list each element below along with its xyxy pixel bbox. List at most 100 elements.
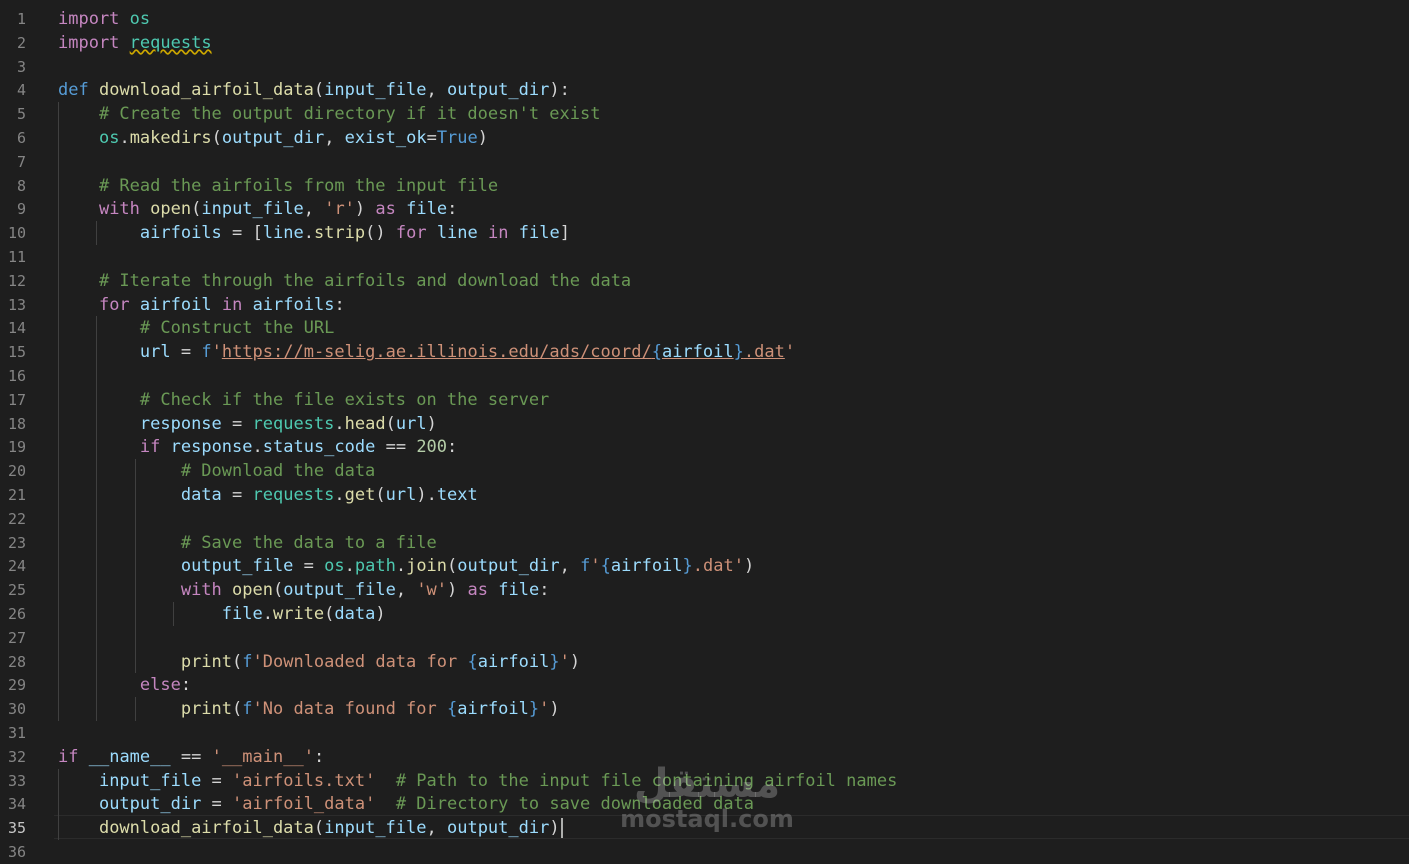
code-token: # Save the data to a file: [180, 532, 437, 553]
code-token: airfoils: [139, 223, 222, 244]
code-line[interactable]: 19 if response.status_code == 200:: [0, 435, 1409, 459]
line-number: 22: [7, 509, 26, 528]
code-line[interactable]: 27: [0, 626, 1409, 650]
code-text: with open(input_file, 'r') as file:: [58, 197, 457, 221]
code-token: with: [98, 199, 140, 220]
code-token: ,: [395, 580, 417, 601]
line-number: 1: [16, 10, 26, 28]
code-token: # Download the data: [180, 461, 376, 482]
code-token: (): [365, 223, 396, 244]
code-token: file: [406, 199, 448, 220]
code-token: else: [139, 675, 181, 696]
line-number: 7: [16, 152, 26, 171]
code-token: }: [733, 342, 744, 363]
code-token: :: [334, 294, 345, 315]
code-token: f: [201, 342, 212, 363]
code-line[interactable]: 12 # Iterate through the airfoils and do…: [0, 269, 1409, 293]
code-token: .: [344, 556, 355, 577]
code-token: status_code: [262, 437, 376, 458]
code-line[interactable]: 10 airfoils = [line.strip() for line in …: [0, 221, 1409, 245]
code-token: data: [180, 485, 222, 505]
line-number: 10: [7, 224, 26, 243]
code-token: }: [528, 699, 540, 720]
code-line[interactable]: 15 url = f'https://m-selig.ae.illinois.e…: [0, 340, 1409, 364]
code-line[interactable]: 29 else:: [0, 673, 1409, 697]
code-text: with open(output_file, 'w') as file:: [58, 578, 550, 602]
code-token: output_dir: [98, 794, 202, 815]
code-token: ): [477, 128, 489, 148]
code-token: {: [600, 556, 611, 577]
code-token: {: [651, 342, 662, 363]
code-text: if response.status_code == 200:: [58, 435, 457, 459]
code-line[interactable]: 1 import os: [0, 7, 1409, 31]
code-line[interactable]: 6 os.makedirs(output_dir, exist_ok=True): [0, 126, 1409, 150]
code-token: file: [221, 604, 263, 624]
code-token: =: [221, 485, 253, 505]
code-line[interactable]: 26 file.write(data): [0, 602, 1409, 626]
code-token: }: [682, 556, 693, 577]
code-line[interactable]: 16: [0, 364, 1409, 388]
code-token: = [: [221, 223, 263, 244]
code-token: in: [221, 294, 243, 315]
code-line[interactable]: 36: [0, 840, 1409, 864]
code-token: (: [232, 651, 243, 672]
code-line[interactable]: 14 # Construct the URL: [0, 316, 1409, 340]
code-token: =: [170, 342, 202, 363]
code-token: ': [590, 556, 601, 577]
code-line[interactable]: 2 import requests: [0, 31, 1409, 55]
code-line[interactable]: 31: [0, 721, 1409, 745]
code-line[interactable]: 8 # Read the airfoils from the input fil…: [0, 174, 1409, 198]
code-text: response = requests.head(url): [58, 412, 437, 436]
code-line[interactable]: 22: [0, 507, 1409, 531]
code-line[interactable]: 7: [0, 150, 1409, 174]
code-line[interactable]: 21 data = requests.get(url).text: [0, 483, 1409, 507]
code-line[interactable]: 28 print(f'Downloaded data for {airfoil}…: [0, 650, 1409, 674]
code-line[interactable]: 30 print(f'No data found for {airfoil}'): [0, 697, 1409, 721]
code-line[interactable]: 25 with open(output_file, 'w') as file:: [0, 578, 1409, 602]
code-line[interactable]: 24 output_file = os.path.join(output_dir…: [0, 554, 1409, 578]
code-token: :: [180, 675, 192, 696]
code-token: 'airfoils.txt': [232, 770, 376, 791]
code-line[interactable]: 20 # Download the data: [0, 459, 1409, 483]
code-token: f: [242, 651, 253, 672]
code-editor[interactable]: 1 import os 2 import requests 3 4 def download…: [0, 0, 1409, 861]
code-token: airfoil: [139, 294, 212, 315]
code-token: output_dir: [457, 556, 560, 577]
code-line[interactable]: 3: [0, 55, 1409, 79]
code-line[interactable]: 18 response = requests.head(url): [0, 412, 1409, 436]
line-number: 3: [16, 57, 26, 76]
code-token: in: [488, 223, 509, 244]
code-line[interactable]: 13 for airfoil in airfoils:: [0, 293, 1409, 317]
code-line[interactable]: 23 # Save the data to a file: [0, 531, 1409, 555]
code-line[interactable]: 9 with open(input_file, 'r') as file:: [0, 197, 1409, 221]
code-line[interactable]: 5 # Create the output directory if it do…: [0, 102, 1409, 126]
code-token: 'r': [324, 199, 355, 220]
code-token: .: [252, 437, 263, 458]
code-token: makedirs: [129, 128, 212, 148]
line-number: 11: [7, 248, 26, 266]
code-token: output_dir: [221, 128, 325, 148]
code-token: file: [498, 580, 540, 601]
code-token: os: [129, 9, 151, 29]
code-line[interactable]: 11: [0, 245, 1409, 269]
code-line[interactable]: 4 def download_airfoil_data(input_file, o…: [0, 78, 1409, 102]
code-text: import os: [58, 7, 150, 31]
code-token: ):: [549, 80, 570, 101]
code-token: ': [559, 651, 570, 672]
line-number: 27: [7, 628, 26, 647]
code-text: print(f'Downloaded data for {airfoil}'): [58, 650, 580, 674]
code-line[interactable]: 17 # Check if the file exists on the ser…: [0, 388, 1409, 412]
